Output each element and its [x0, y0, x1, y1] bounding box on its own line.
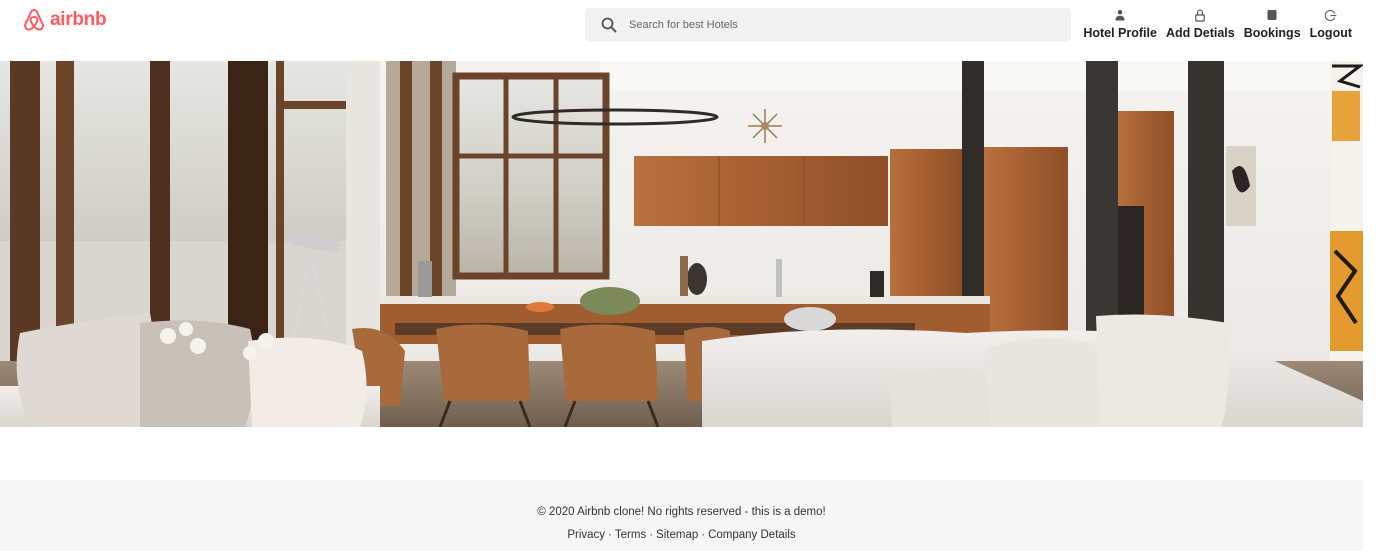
nav-label: Bookings [1243, 26, 1301, 40]
footer-link-terms[interactable]: Terms [615, 529, 646, 541]
footer-separator: · [649, 529, 654, 541]
footer-separator: · [701, 529, 706, 541]
nav-menu: Hotel Profile Add Detials Bookings Logou… [1083, 7, 1352, 40]
living-room-illustration [0, 61, 1363, 427]
nav-label: Add Detials [1165, 26, 1235, 40]
nav-hotel-profile[interactable]: Hotel Profile [1083, 7, 1157, 40]
footer-copyright: © 2020 Airbnb clone! No rights reserved … [537, 506, 826, 518]
site-footer: © 2020 Airbnb clone! No rights reserved … [0, 480, 1363, 551]
footer-link-company-details[interactable]: Company Details [708, 529, 796, 541]
brand-logo[interactable]: airbnb [22, 7, 107, 33]
nav-add-details[interactable]: Add Detials [1166, 7, 1235, 40]
footer-separator: · [608, 529, 612, 541]
nav-label: Hotel Profile [1083, 26, 1157, 40]
book-icon [1266, 7, 1278, 23]
hero-image [0, 61, 1363, 427]
brand-name: airbnb [50, 9, 107, 30]
search-input[interactable] [629, 10, 1049, 40]
lock-icon [1194, 7, 1206, 23]
top-navbar: airbnb Hotel Profile [0, 0, 1379, 60]
nav-label: Logout [1309, 26, 1352, 40]
logout-icon [1324, 7, 1337, 23]
nav-bookings[interactable]: Bookings [1244, 7, 1301, 40]
airbnb-logo-icon [24, 9, 44, 31]
page: airbnb Hotel Profile [0, 0, 1379, 551]
search-bar[interactable] [585, 8, 1071, 42]
user-icon [1114, 7, 1126, 23]
footer-links: Privacy · Terms · Sitemap · Company Details [0, 529, 1363, 541]
footer-link-sitemap[interactable]: Sitemap [656, 529, 698, 541]
footer-link-privacy[interactable]: Privacy [567, 529, 605, 541]
nav-logout[interactable]: Logout [1310, 7, 1352, 40]
search-icon[interactable] [589, 17, 629, 33]
